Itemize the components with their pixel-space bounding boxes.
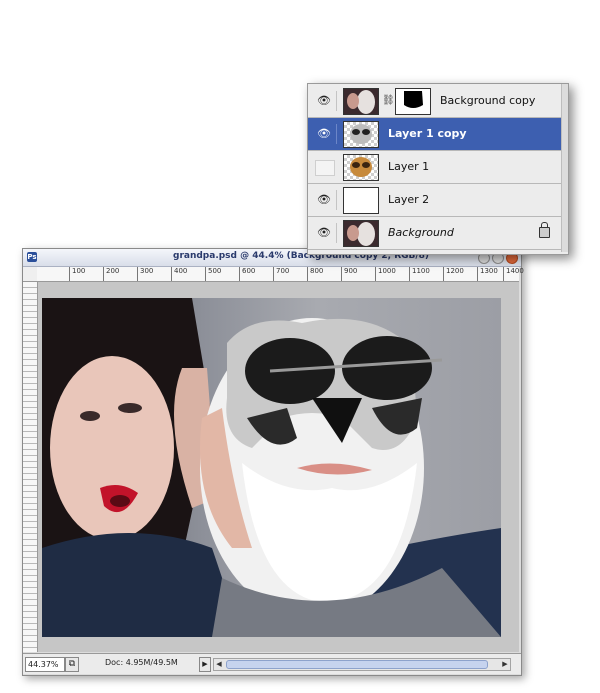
layer-thumbnail[interactable]: [343, 88, 379, 115]
ruler-tick: 1300: [477, 267, 498, 281]
layer-name: Layer 1 copy: [388, 127, 467, 140]
eye-icon[interactable]: 👁: [312, 223, 337, 243]
ruler-tick: 500: [205, 267, 221, 281]
layer-name: Background copy: [440, 94, 536, 107]
layer-name: Layer 1: [388, 160, 430, 173]
layer-row-background-copy[interactable]: 👁 ⛓ Background copy: [308, 85, 568, 118]
horizontal-scrollbar[interactable]: ◀ ▶: [213, 658, 511, 671]
chain-link-icon[interactable]: ⛓: [382, 94, 395, 108]
scroll-left-icon[interactable]: ◀: [214, 659, 224, 670]
ruler-tick: 1000: [375, 267, 396, 281]
scroll-right-icon[interactable]: ▶: [500, 659, 510, 670]
status-menu-arrow-icon[interactable]: ▶: [199, 657, 211, 672]
eye-icon[interactable]: 👁: [312, 91, 337, 111]
ruler-tick: 300: [137, 267, 153, 281]
ruler-tick: 1200: [443, 267, 464, 281]
skull-thumbnail: [350, 124, 372, 144]
portrait-thumbnail: [344, 221, 378, 246]
eye-icon[interactable]: 👁: [312, 124, 337, 144]
ruler-tick: 100: [69, 267, 85, 281]
lock-icon: [539, 222, 550, 238]
layer-row-layer-1[interactable]: Layer 1: [308, 151, 568, 184]
ruler-tick: 1100: [409, 267, 430, 281]
ruler-tick: 800: [307, 267, 323, 281]
canvas-area[interactable]: [38, 282, 519, 652]
layer-thumbnail[interactable]: [343, 154, 379, 181]
vertical-ruler[interactable]: [23, 282, 38, 652]
layer-thumbnail[interactable]: [343, 220, 379, 247]
eye-icon[interactable]: 👁: [312, 190, 337, 210]
document-window: Ps grandpa.psd @ 44.4% (Background copy …: [22, 248, 524, 676]
photo-illustration: [42, 298, 501, 637]
ruler-tick: 200: [103, 267, 119, 281]
zoom-level-field[interactable]: 44.37%: [25, 657, 65, 672]
layer-thumbnail[interactable]: [343, 121, 379, 148]
layers-scrollbar[interactable]: [561, 84, 568, 252]
visibility-toggle-empty[interactable]: [315, 160, 335, 176]
ruler-tick: 700: [273, 267, 289, 281]
ruler-tick: 1400: [503, 267, 524, 281]
mask-shape: [396, 89, 430, 114]
ruler-tick: 400: [171, 267, 187, 281]
scrollbar-thumb[interactable]: [226, 660, 488, 669]
document-size: Doc: 4.95M/49.5M: [105, 658, 178, 667]
layer-row-layer-2[interactable]: 👁 Layer 2: [308, 184, 568, 217]
layer-mask-thumbnail[interactable]: [395, 88, 431, 115]
ruler-tick: 900: [341, 267, 357, 281]
horizontal-ruler[interactable]: 100 200 300 400 500 600 700 800 900 1000…: [37, 267, 524, 282]
photoshop-icon: Ps: [27, 252, 37, 262]
layer-name: Background: [388, 226, 454, 239]
ruler-origin[interactable]: [23, 267, 38, 282]
ruler-tick: 600: [239, 267, 255, 281]
document-canvas-image[interactable]: [42, 298, 501, 637]
layer-row-background[interactable]: 👁 Background: [308, 217, 568, 250]
portrait-thumbnail: [344, 89, 378, 114]
layer-thumbnail[interactable]: [343, 187, 379, 214]
layers-panel: 👁 ⛓ Background copy 👁 Layer 1 copy Layer…: [307, 83, 569, 255]
status-bar: 44.37% ⧉ Doc: 4.95M/49.5M ▶ ◀ ▶: [23, 653, 521, 674]
status-info-icon[interactable]: ⧉: [65, 657, 79, 672]
layer-row-layer-1-copy[interactable]: 👁 Layer 1 copy: [308, 118, 568, 151]
layer-name: Layer 2: [388, 193, 430, 206]
skull-color-thumbnail: [350, 157, 372, 177]
